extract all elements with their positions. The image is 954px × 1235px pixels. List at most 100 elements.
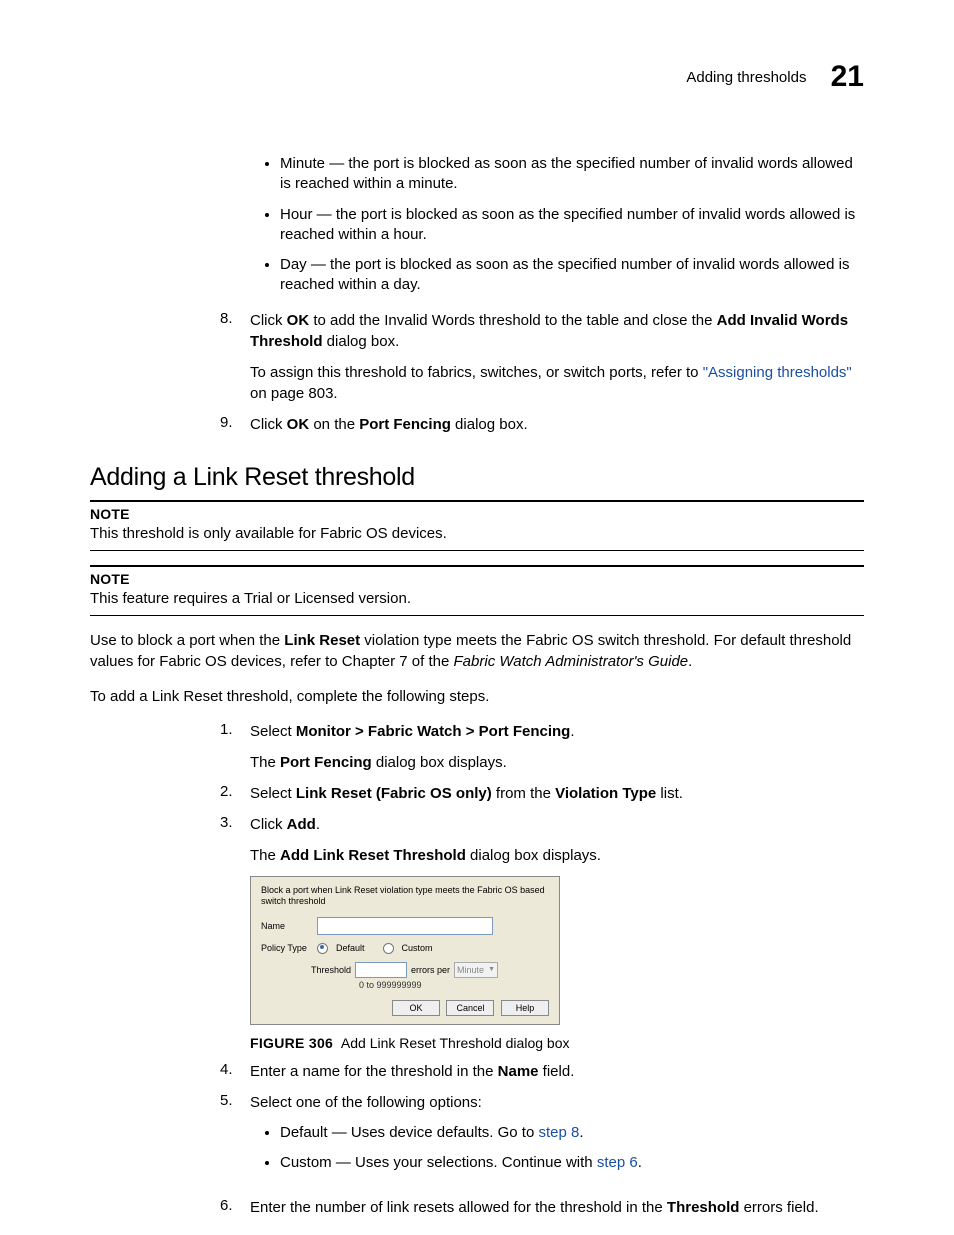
text: Select bbox=[250, 723, 296, 740]
step-6: 6. Enter the number of link resets allow… bbox=[220, 1197, 864, 1218]
dialog-name: Add Link Reset Threshold bbox=[280, 847, 466, 864]
step-3: 3. Click Add. The Add Link Reset Thresho… bbox=[220, 814, 864, 866]
divider bbox=[90, 550, 864, 551]
step-4: 4. Enter a name for the threshold in the… bbox=[220, 1061, 864, 1082]
step-number: 3. bbox=[220, 814, 250, 866]
text: list. bbox=[656, 785, 683, 802]
section-heading: Adding a Link Reset threshold bbox=[90, 463, 864, 492]
divider bbox=[90, 615, 864, 616]
page: Adding thresholds 21 Minute — the port i… bbox=[0, 0, 954, 1235]
figure-block: Block a port when Link Reset violation t… bbox=[250, 876, 864, 1051]
desc: — Uses device defaults. Go to bbox=[328, 1124, 539, 1141]
text: on page 803. bbox=[250, 385, 338, 402]
text: Click bbox=[250, 312, 287, 329]
step-body: Select Link Reset (Fabric OS only) from … bbox=[250, 783, 864, 804]
chevron-down-icon: ▼ bbox=[488, 966, 495, 973]
step-number: 1. bbox=[220, 721, 250, 773]
step-8-link[interactable]: step 8 bbox=[538, 1124, 579, 1141]
option-list: Default — Uses device defaults. Go to st… bbox=[250, 1123, 864, 1174]
note-body: This threshold is only available for Fab… bbox=[90, 524, 864, 544]
step-number: 5. bbox=[220, 1092, 250, 1188]
list-item: Default — Uses device defaults. Go to st… bbox=[280, 1123, 864, 1143]
text: . bbox=[638, 1154, 642, 1171]
list-item: Day — the port is blocked as soon as the… bbox=[280, 255, 864, 296]
text: The bbox=[250, 847, 280, 864]
step-body: Click OK on the Port Fencing dialog box. bbox=[250, 414, 864, 435]
button-name: Add bbox=[287, 816, 316, 833]
step-number: 6. bbox=[220, 1197, 250, 1218]
text: on the bbox=[309, 416, 359, 433]
text: The bbox=[250, 754, 280, 771]
content-body: Minute — the port is blocked as soon as … bbox=[220, 154, 864, 1218]
step-9: 9. Click OK on the Port Fencing dialog b… bbox=[220, 414, 864, 435]
text: dialog box. bbox=[451, 416, 528, 433]
step-body: Enter the number of link resets allowed … bbox=[250, 1197, 864, 1218]
option-name: Link Reset (Fabric OS only) bbox=[296, 785, 492, 802]
text: Click bbox=[250, 416, 287, 433]
figure-label: FIGURE 306 bbox=[250, 1035, 333, 1051]
text: . bbox=[688, 653, 692, 670]
custom-radio[interactable] bbox=[383, 943, 394, 954]
desc: — Uses your selections. Continue with bbox=[332, 1154, 597, 1171]
text: To assign this threshold to fabrics, swi… bbox=[250, 364, 703, 381]
time-unit-list: Minute — the port is blocked as soon as … bbox=[220, 154, 864, 296]
name-row: Name bbox=[261, 917, 549, 935]
text: dialog box displays. bbox=[466, 847, 601, 864]
assigning-thresholds-link[interactable]: "Assigning thresholds" bbox=[703, 364, 852, 381]
ok-label: OK bbox=[287, 416, 310, 433]
note-body: This feature requires a Trial or License… bbox=[90, 589, 864, 609]
term: Default bbox=[280, 1124, 328, 1141]
step-body: Select one of the following options: Def… bbox=[250, 1092, 864, 1188]
field-name: Name bbox=[498, 1063, 539, 1080]
text: Enter the number of link resets allowed … bbox=[250, 1199, 667, 1216]
field-name: Threshold bbox=[667, 1199, 740, 1216]
step-body: Click Add. The Add Link Reset Threshold … bbox=[250, 814, 864, 866]
text: Use to block a port when the bbox=[90, 632, 284, 649]
text: dialog box. bbox=[323, 333, 400, 350]
figure-caption: FIGURE 306 Add Link Reset Threshold dial… bbox=[250, 1035, 864, 1051]
text: to add the Invalid Words threshold to th… bbox=[309, 312, 716, 329]
cancel-button[interactable]: Cancel bbox=[446, 1000, 494, 1016]
dialog-button-row: OK Cancel Help bbox=[261, 1000, 549, 1016]
help-button[interactable]: Help bbox=[501, 1000, 549, 1016]
field-name: Violation Type bbox=[555, 785, 656, 802]
default-radio[interactable] bbox=[317, 943, 328, 954]
divider bbox=[90, 500, 864, 502]
custom-option-label: Custom bbox=[402, 943, 433, 953]
policy-type-label: Policy Type bbox=[261, 943, 311, 953]
step-number: 4. bbox=[220, 1061, 250, 1082]
term: Custom bbox=[280, 1154, 332, 1171]
step-2: 2. Select Link Reset (Fabric OS only) fr… bbox=[220, 783, 864, 804]
text: . bbox=[579, 1124, 583, 1141]
step-6-link[interactable]: step 6 bbox=[597, 1154, 638, 1171]
list-item: Minute — the port is blocked as soon as … bbox=[280, 154, 864, 195]
name-input[interactable] bbox=[317, 917, 493, 935]
ok-button[interactable]: OK bbox=[392, 1000, 440, 1016]
step-number: 8. bbox=[220, 310, 250, 404]
step-body: Enter a name for the threshold in the Na… bbox=[250, 1061, 864, 1082]
step-number: 9. bbox=[220, 414, 250, 435]
dialog-description: Block a port when Link Reset violation t… bbox=[261, 885, 549, 907]
policy-type-row: Policy Type Default Custom bbox=[261, 943, 549, 954]
text: field. bbox=[539, 1063, 575, 1080]
threshold-input[interactable] bbox=[355, 962, 407, 978]
list-item: Hour — the port is blocked as soon as th… bbox=[280, 205, 864, 246]
time-unit-dropdown[interactable]: Minute ▼ bbox=[454, 962, 498, 978]
text: errors field. bbox=[739, 1199, 818, 1216]
step-number: 2. bbox=[220, 783, 250, 804]
note-label: NOTE bbox=[90, 506, 864, 522]
list-item: Custom — Uses your selections. Continue … bbox=[280, 1153, 864, 1173]
text: Select one of the following options: bbox=[250, 1094, 482, 1111]
step-body: Click OK to add the Invalid Words thresh… bbox=[250, 310, 864, 404]
step-1: 1. Select Monitor > Fabric Watch > Port … bbox=[220, 721, 864, 773]
note-label: NOTE bbox=[90, 571, 864, 587]
text: . bbox=[570, 723, 574, 740]
step-5: 5. Select one of the following options: … bbox=[220, 1092, 864, 1188]
menu-path: Monitor > Fabric Watch > Port Fencing bbox=[296, 723, 570, 740]
lead-paragraph: To add a Link Reset threshold, complete … bbox=[90, 686, 864, 707]
doc-title: Fabric Watch Administrator's Guide bbox=[454, 653, 689, 670]
step-sub: To assign this threshold to fabrics, swi… bbox=[250, 362, 864, 404]
term: Hour bbox=[280, 206, 313, 223]
term: Link Reset bbox=[284, 632, 360, 649]
step-sub: The Port Fencing dialog box displays. bbox=[250, 752, 864, 773]
